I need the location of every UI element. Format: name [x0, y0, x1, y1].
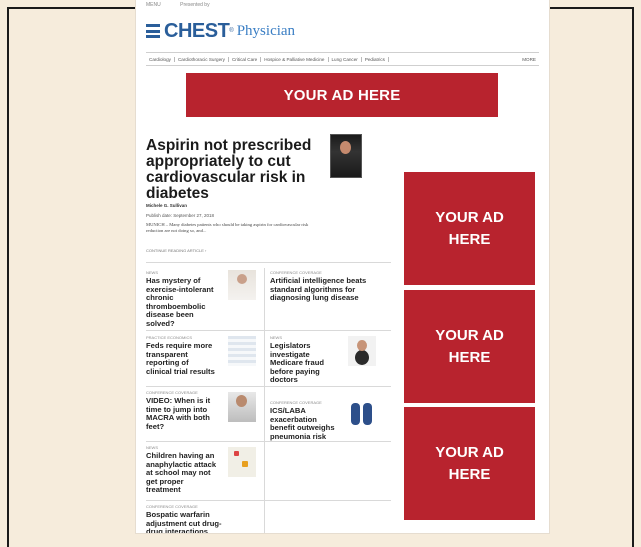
- column-divider: [264, 268, 265, 533]
- article-title[interactable]: Bospatic warfarin adjustment cut drug-dr…: [146, 510, 226, 533]
- article-thumbnail[interactable]: [228, 392, 256, 422]
- article-title[interactable]: ICS/LABA exacerbation benefit outweighs …: [270, 406, 342, 441]
- nav-item-hospice[interactable]: Hospice & Palliative Medicine: [261, 56, 329, 62]
- article-thumbnail[interactable]: [228, 447, 256, 477]
- side-ad-2[interactable]: YOUR AD HERE: [404, 290, 535, 403]
- feature-headline[interactable]: Aspirin not prescribed appropriately to …: [146, 138, 316, 202]
- category-nav: Cardiology Cardiothoracic Surgery Critic…: [146, 52, 539, 66]
- row-divider: [146, 500, 391, 501]
- article-thumbnail[interactable]: [348, 336, 376, 366]
- feature-publish-date: Publish date: September 27, 2018: [146, 213, 215, 218]
- side-ad-3[interactable]: YOUR AD HERE: [404, 407, 535, 520]
- logo-subtitle: Physician: [236, 22, 296, 39]
- side-ad-line1: YOUR AD: [435, 326, 504, 344]
- article-card[interactable]: CONFERENCE COVERAGE Bospatic warfarin ad…: [146, 504, 264, 533]
- article-card[interactable]: CONFERENCE COVERAGE Artificial intellige…: [270, 270, 388, 303]
- logo-trademark: ®: [229, 28, 234, 34]
- banner-ad[interactable]: YOUR AD HERE: [186, 73, 498, 117]
- article-title[interactable]: VIDEO: When is it time to jump into MACR…: [146, 396, 218, 431]
- nav-item-critical-care[interactable]: Critical Care: [229, 56, 262, 62]
- article-thumbnail[interactable]: [348, 400, 376, 430]
- side-ad-line2: HERE: [448, 465, 491, 483]
- side-ad-line1: YOUR AD: [435, 443, 504, 461]
- side-ad-line1: YOUR AD: [435, 208, 504, 226]
- article-title[interactable]: Children having an anaphylactic attack a…: [146, 451, 218, 495]
- top-bar: MENU Presented by: [146, 2, 539, 10]
- menu-link[interactable]: MENU: [146, 2, 161, 8]
- section-divider: [146, 262, 391, 263]
- article-title[interactable]: Feds require more transparent reporting …: [146, 341, 216, 376]
- nav-item-pediatrics[interactable]: Pediatrics: [362, 56, 389, 62]
- side-ad-line2: HERE: [448, 230, 491, 248]
- continue-reading-link[interactable]: CONTINUE READING ARTICLE ›: [146, 248, 206, 253]
- feature-photo[interactable]: [330, 134, 362, 178]
- article-title[interactable]: Has mystery of exercise-intolerant chron…: [146, 276, 216, 329]
- article-tag: CONFERENCE COVERAGE: [270, 270, 322, 275]
- feature-byline: Michele G. Sullivan: [146, 203, 188, 208]
- feature-teaser: MUNICH – Many diabetes patients who shou…: [146, 222, 309, 233]
- nav-item-lung-cancer[interactable]: Lung Cancer: [329, 56, 362, 62]
- row-divider: [146, 330, 391, 331]
- logo-name: CHEST: [164, 19, 230, 42]
- nav-more-button[interactable]: MORE: [519, 57, 539, 62]
- site-logo[interactable]: CHEST ® Physician: [146, 18, 295, 44]
- side-ad-1[interactable]: YOUR AD HERE: [404, 172, 535, 285]
- article-title[interactable]: Legislators investigate Medicare fraud b…: [270, 341, 340, 385]
- nav-item-cardiothoracic-surgery[interactable]: Cardiothoracic Surgery: [175, 56, 229, 62]
- article-tag: CONFERENCE COVERAGE: [146, 504, 198, 509]
- article-title[interactable]: Artificial intelligence beats standard a…: [270, 276, 388, 303]
- side-ad-line2: HERE: [448, 348, 491, 366]
- presented-by-label: Presented by: [180, 2, 210, 8]
- logo-stripes-icon: [146, 24, 160, 38]
- article-thumbnail[interactable]: [228, 270, 256, 300]
- row-divider: [146, 441, 391, 442]
- nav-item-cardiology[interactable]: Cardiology: [146, 56, 175, 62]
- row-divider: [146, 386, 391, 387]
- article-thumbnail[interactable]: [228, 336, 256, 366]
